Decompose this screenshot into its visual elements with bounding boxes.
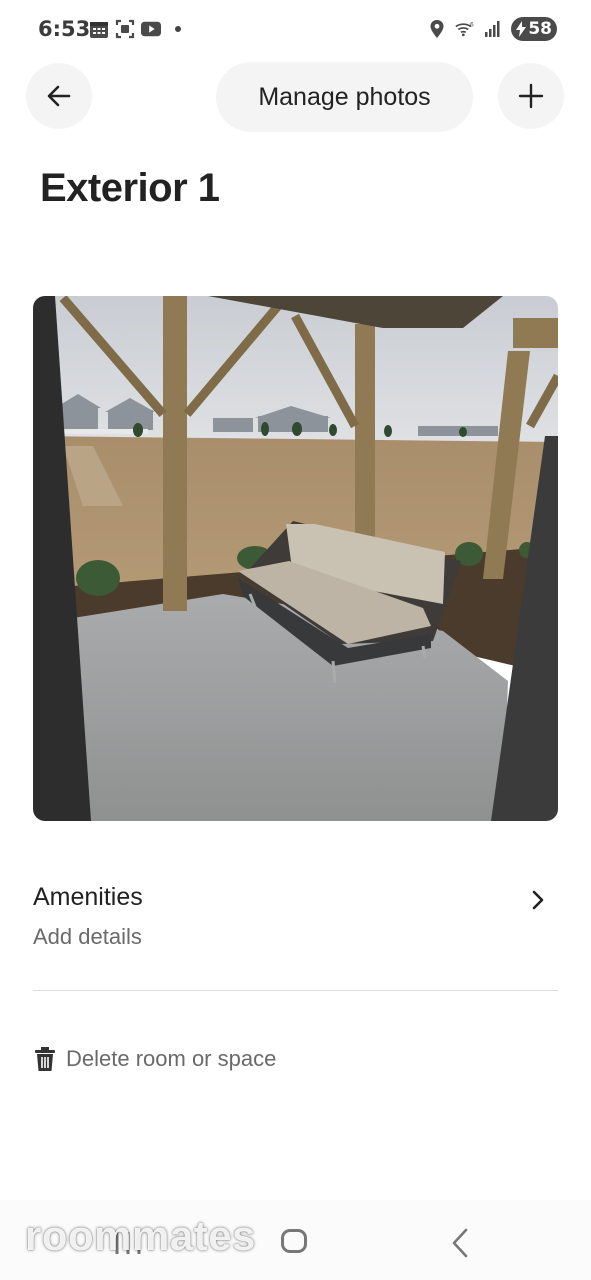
location-icon xyxy=(427,19,447,39)
home-icon[interactable] xyxy=(281,1229,307,1253)
status-left-icons xyxy=(89,19,181,39)
delete-room-label: Delete room or space xyxy=(66,1046,277,1071)
notification-dot xyxy=(175,26,181,32)
calendar-icon xyxy=(89,19,109,39)
battery-level: 58 xyxy=(528,19,552,39)
youtube-icon xyxy=(141,19,161,39)
wifi-6-icon: 6 xyxy=(455,19,475,39)
status-time: 6:53 xyxy=(38,17,91,41)
delete-room-button[interactable]: Delete room or space xyxy=(33,1042,276,1076)
back-chevron-icon[interactable] xyxy=(450,1228,470,1258)
amenities-sublabel: Add details xyxy=(33,924,142,949)
status-right-icons: 6 58 xyxy=(427,17,557,41)
battery-charging-icon: 58 xyxy=(511,17,557,41)
plus-icon xyxy=(518,83,544,109)
signal-icon xyxy=(483,19,503,39)
back-button[interactable] xyxy=(26,63,92,129)
manage-photos-button[interactable]: Manage photos xyxy=(216,62,473,132)
divider xyxy=(33,990,558,991)
trash-icon xyxy=(35,1047,55,1071)
room-photo[interactable] xyxy=(33,296,558,821)
manage-photos-label: Manage photos xyxy=(258,82,431,111)
page-title: Exterior 1 xyxy=(40,166,220,210)
svg-text:6: 6 xyxy=(470,23,474,29)
add-photo-button[interactable] xyxy=(498,63,564,129)
arrow-left-icon xyxy=(47,85,71,107)
status-bar: 6:53 6 58 xyxy=(0,0,591,60)
chevron-right-icon xyxy=(532,890,544,910)
amenities-row[interactable]: Amenities Add details xyxy=(33,876,558,956)
screenshot-icon xyxy=(115,19,135,39)
watermark-logo: roommates xyxy=(25,1212,256,1259)
amenities-label: Amenities xyxy=(33,883,143,911)
